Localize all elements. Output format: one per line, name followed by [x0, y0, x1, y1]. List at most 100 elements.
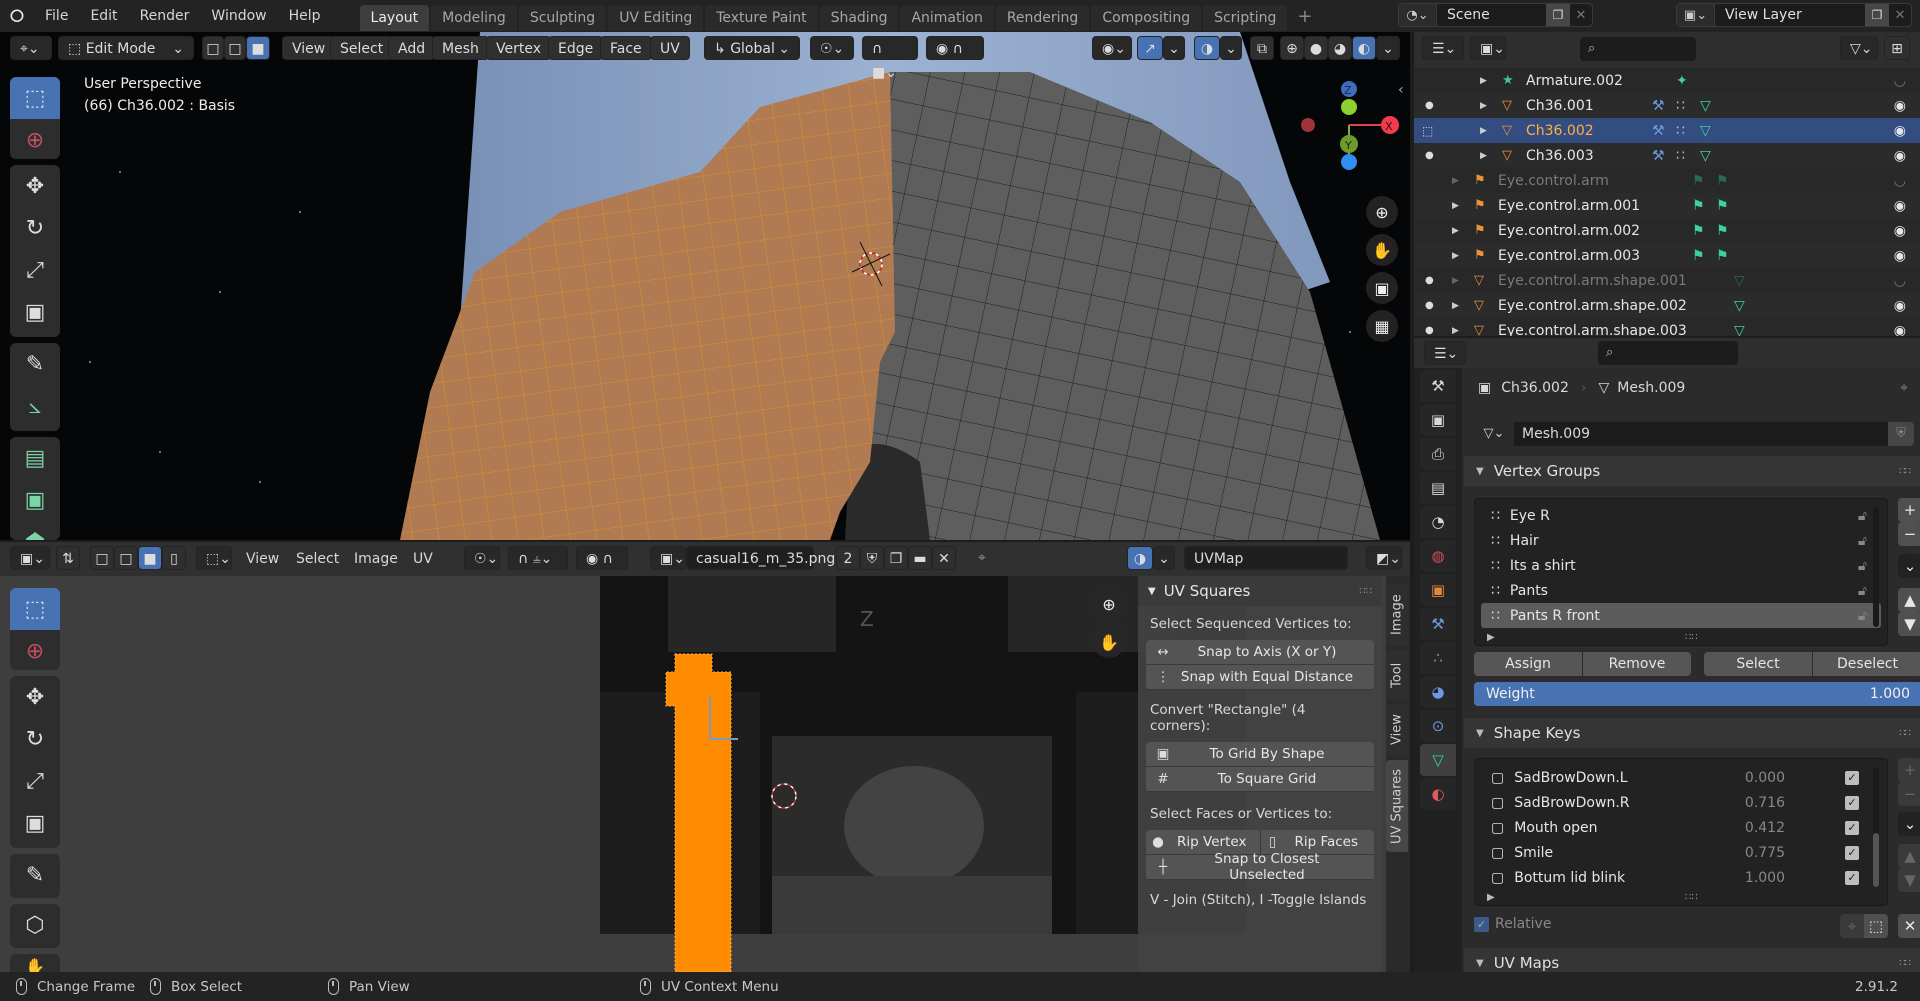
menu-render[interactable]: Render: [129, 8, 201, 24]
shape-keys-scrollbar[interactable]: [1873, 767, 1879, 887]
add-workspace-button[interactable]: +: [1289, 6, 1320, 27]
outliner-row[interactable]: ● ▶ ▽ Eye.control.arm.shape.001 ▽ ◡: [1414, 268, 1920, 293]
uv-select-box-tool-icon[interactable]: ⬚: [10, 588, 60, 630]
to-grid-by-shape-button[interactable]: ▣ To Grid By Shape: [1146, 742, 1374, 767]
shape-key-move-down-button[interactable]: ▼: [1898, 868, 1920, 892]
uv-cursor-tool-icon[interactable]: ⊕: [10, 630, 60, 672]
outliner-editor-type[interactable]: ☰⌄: [1422, 36, 1464, 60]
menu-vertex[interactable]: Vertex: [486, 36, 552, 60]
inset-faces-tool-icon[interactable]: ▣: [10, 479, 60, 521]
gizmo-toggle[interactable]: ↗: [1137, 36, 1163, 60]
scene-tab-icon[interactable]: ◔: [1420, 506, 1456, 538]
to-square-grid-button[interactable]: # To Square Grid: [1146, 767, 1374, 792]
outliner-item-name[interactable]: Eye.control.arm.shape.001: [1498, 273, 1687, 289]
eye-hidden-icon[interactable]: ◡: [1894, 173, 1906, 189]
modifier-wrench-icon[interactable]: ⚒: [1652, 148, 1665, 164]
tab-uv-editing[interactable]: UV Editing: [608, 5, 704, 31]
unlock-icon[interactable]: 🔓︎: [1858, 608, 1867, 624]
edit-mode-toggle-icon[interactable]: ⬚: [1422, 124, 1433, 138]
uv-grab-tool-icon[interactable]: ✋: [10, 954, 60, 973]
mesh-data-icon[interactable]: ▽: [1700, 148, 1711, 164]
sync-selection-toggle[interactable]: ⇅: [56, 546, 80, 570]
eye-visible-icon[interactable]: ◉: [1894, 298, 1906, 314]
mesh-data-tab-icon[interactable]: ▽: [1420, 744, 1456, 776]
menu-mesh[interactable]: Mesh: [432, 36, 489, 60]
vertex-group-item[interactable]: ∷ Eye R 🔓︎: [1481, 503, 1881, 528]
uv-editor-type-button[interactable]: ▣⌄: [10, 546, 50, 570]
xray-toggle[interactable]: ⧉: [1250, 36, 1274, 60]
eye-visible-icon[interactable]: ◉: [1894, 198, 1906, 214]
visibility-dropdown[interactable]: ◉⌄: [1092, 36, 1132, 60]
shape-key-name[interactable]: SadBrowDown.L: [1514, 770, 1627, 786]
mesh-browse-icon[interactable]: ▽⌄: [1474, 422, 1514, 446]
shape-key-enabled-checkbox[interactable]: ✓: [1845, 870, 1859, 885]
object-tab-icon[interactable]: ▣: [1420, 574, 1456, 606]
pin-image-icon[interactable]: ⌖: [978, 550, 986, 566]
bevel-tool-icon[interactable]: ⬟: [10, 521, 60, 541]
mesh-data-icon[interactable]: ▽: [1734, 273, 1745, 289]
menu-view[interactable]: View: [282, 36, 336, 60]
uv-menu-uv[interactable]: UV: [413, 551, 433, 567]
outliner-item-name[interactable]: Eye.control.arm.shape.002: [1498, 298, 1687, 314]
vertex-group-name[interactable]: Its a shirt: [1510, 558, 1576, 574]
armature-data-icon[interactable]: ⚑: [1716, 223, 1729, 239]
outliner-row[interactable]: ⬚ ▶ ▽ Ch36.002 ⚒ ∷ ▽ ◉: [1414, 118, 1920, 143]
blender-logo-icon[interactable]: ⭘: [0, 6, 34, 27]
vertex-group-item[interactable]: ∷ Its a shirt 🔓︎: [1481, 553, 1881, 578]
shading-solid[interactable]: ●: [1304, 36, 1328, 60]
outliner-item-name[interactable]: Eye.control.arm.shape.003: [1498, 323, 1687, 337]
fake-user-shield-icon[interactable]: ⛨: [1888, 422, 1914, 446]
ortho-grid-icon[interactable]: ▦: [1366, 310, 1398, 342]
mesh-data-icon[interactable]: ▽: [1700, 123, 1711, 139]
open-image-folder-icon[interactable]: ▬: [908, 546, 932, 570]
menu-edit[interactable]: Edit: [79, 8, 128, 24]
expand-triangle-icon[interactable]: ▶: [1452, 251, 1459, 261]
edge-select-mode[interactable]: □: [224, 36, 246, 60]
edit-mode-dot-icon[interactable]: ●: [1425, 300, 1434, 311]
proportional-editing-toggle[interactable]: ◉ ∩: [926, 36, 984, 60]
vertex-group-name[interactable]: Eye R: [1510, 508, 1550, 524]
snap-toggle[interactable]: ∩ ■⌄: [862, 36, 918, 81]
outliner-item-name[interactable]: Eye.control.arm.001: [1498, 198, 1640, 214]
shape-key-move-up-button[interactable]: ▲: [1898, 844, 1920, 868]
select-button[interactable]: Select: [1704, 652, 1812, 676]
tab-texture-paint[interactable]: Texture Paint: [705, 5, 818, 31]
tab-animation[interactable]: Animation: [900, 5, 994, 31]
vertex-groups-header[interactable]: ▼ Vertex Groups ∷∷: [1464, 456, 1920, 486]
transform-tool-icon[interactable]: ▣: [10, 291, 60, 333]
pose-icon[interactable]: ⚑: [1692, 248, 1705, 264]
shape-key-name[interactable]: Smile: [1514, 845, 1553, 861]
uv-pivot-dropdown[interactable]: ☉⌄: [464, 546, 500, 570]
shape-key-item[interactable]: ▢ Smile 0.775 ✓: [1481, 840, 1881, 865]
shape-key-name[interactable]: Mouth open: [1514, 820, 1597, 836]
move-tool-icon[interactable]: ✥: [10, 165, 60, 207]
uv-pan-hand-icon[interactable]: ✋: [1093, 626, 1125, 658]
uv-snap-toggle[interactable]: ∩ ⫨⌄: [508, 546, 568, 570]
output-tab-icon[interactable]: ⎙: [1420, 438, 1456, 470]
vertex-select-mode[interactable]: □: [202, 36, 224, 60]
menu-help[interactable]: Help: [278, 8, 332, 24]
vertex-groups-scrollbar[interactable]: [1873, 507, 1879, 627]
vertex-group-specials-chevron-icon[interactable]: ⌄: [1898, 554, 1920, 578]
scale-tool-icon[interactable]: ⤢: [10, 249, 60, 291]
outliner-item-name[interactable]: Eye.control.arm.003: [1498, 248, 1640, 264]
shape-key-name[interactable]: Bottum lid blink: [1514, 870, 1625, 886]
remove-button[interactable]: Remove: [1583, 652, 1691, 676]
side-tab-uv-squares[interactable]: UV Squares: [1386, 760, 1408, 852]
render-tab-icon[interactable]: ▣: [1420, 404, 1456, 436]
outliner-row[interactable]: ● ▶ ▽ Ch36.003 ⚒ ∷ ▽ ◉: [1414, 143, 1920, 168]
pose-icon[interactable]: ⚑: [1692, 223, 1705, 239]
display-mode-dropdown[interactable]: ▣⌄: [1470, 36, 1506, 60]
eye-visible-icon[interactable]: ◉: [1894, 248, 1906, 264]
pose-icon[interactable]: ⚑: [1692, 173, 1705, 189]
uv-rotate-tool-icon[interactable]: ↻: [10, 718, 60, 760]
tab-layout[interactable]: Layout: [359, 5, 430, 31]
uv-move-tool-icon[interactable]: ✥: [10, 676, 60, 718]
overlay-dropdown[interactable]: ⌄: [1220, 36, 1242, 60]
outliner-item-name[interactable]: Ch36.001: [1526, 98, 1594, 114]
edit-mode-dot-icon[interactable]: ●: [1425, 150, 1434, 161]
image-name-field[interactable]: casual16_m_35.png...: [686, 546, 849, 570]
shading-material[interactable]: ◕: [1328, 36, 1352, 60]
expand-triangle-icon[interactable]: ▶: [1452, 276, 1459, 286]
vertex-group-name[interactable]: Hair: [1510, 533, 1539, 549]
